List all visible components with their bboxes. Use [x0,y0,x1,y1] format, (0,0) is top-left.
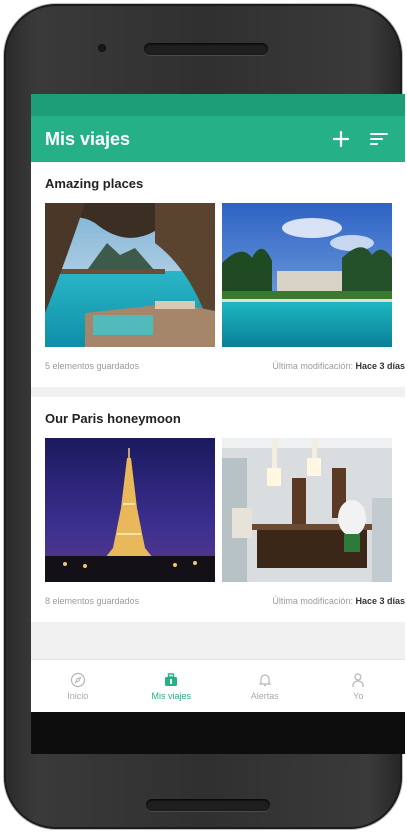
modified-value: Hace 3 días [355,596,405,606]
status-bar [31,94,405,116]
trip-card[interactable]: Amazing places 5 elementos guardados Últ… [31,162,405,387]
trip-card[interactable]: Our Paris honeymoon 8 elementos guardado… [31,397,405,622]
tab-yo[interactable]: Yo [312,660,406,712]
bottom-tab-bar: Inicio Mis viajes Alertas Yo [31,659,405,712]
front-camera [98,44,106,52]
compass-icon [70,672,85,687]
resort-pool-photo[interactable] [222,203,392,347]
add-trip-button[interactable] [329,127,353,151]
plus-icon [333,131,349,147]
eiffel-tower-night-photo[interactable] [45,438,215,582]
tab-label: Mis viajes [151,690,191,701]
overwater-bungalow-photo[interactable] [45,203,215,347]
person-icon [352,672,364,687]
tab-inicio[interactable]: Inicio [31,660,125,712]
tab-alertas[interactable]: Alertas [218,660,312,712]
bell-icon [258,673,272,686]
phone-frame: Mis viajes Amazing places 5 elementos gu… [4,4,405,829]
trip-photos [31,203,405,347]
trip-photos [31,438,405,582]
trip-title: Amazing places [45,176,144,191]
tab-label: Alertas [250,690,279,701]
trip-title: Our Paris honeymoon [45,411,181,426]
screen: Mis viajes Amazing places 5 elementos gu… [31,94,405,754]
system-nav-bar [31,712,405,754]
suitcase-icon [165,672,178,686]
last-modified: Última modificación: Hace 3 días [272,596,405,606]
trip-meta: 8 elementos guardados Última modificació… [31,582,405,622]
page-title: Mis viajes [45,128,131,149]
modified-value: Hace 3 días [355,361,405,371]
app-bar: Mis viajes [31,116,405,162]
bottom-speaker [146,799,270,811]
last-modified: Última modificación: Hace 3 días [272,361,405,371]
sort-button[interactable] [367,127,391,151]
sort-icon [370,133,388,145]
modified-label: Última modificación: [272,596,353,606]
tab-label: Inicio [67,690,89,701]
tab-label: Yo [353,690,364,701]
trip-meta: 5 elementos guardados Última modificació… [31,347,405,387]
saved-count: 8 elementos guardados [45,596,140,606]
saved-count: 5 elementos guardados [45,361,140,371]
top-speaker [144,43,268,55]
trips-list: Amazing places 5 elementos guardados Últ… [31,162,405,686]
hotel-lobby-photo[interactable] [222,438,392,582]
tab-mis-viajes[interactable]: Mis viajes [125,660,219,712]
modified-label: Última modificación: [272,361,353,371]
